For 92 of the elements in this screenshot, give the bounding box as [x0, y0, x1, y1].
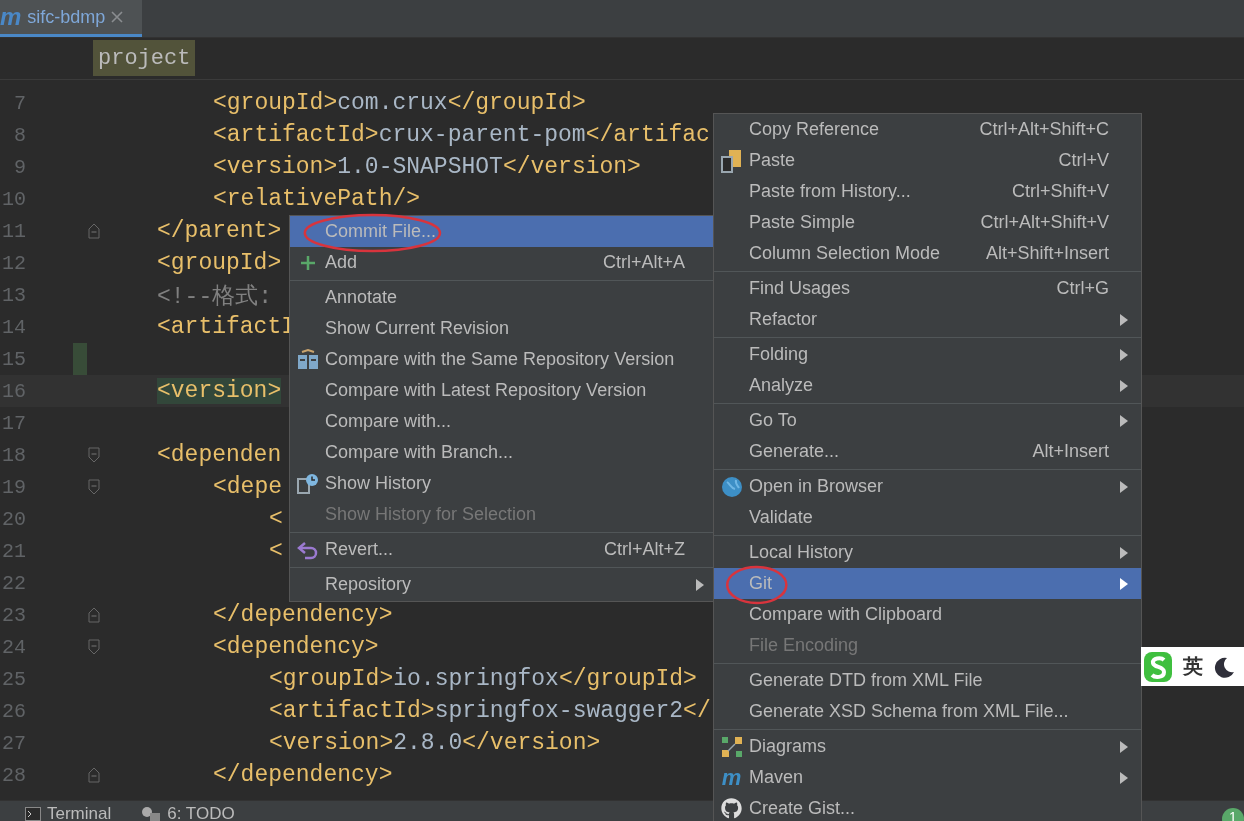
menu-item[interactable]: Generate DTD from XML File	[714, 665, 1141, 696]
menu-item[interactable]: Folding	[714, 339, 1141, 370]
code-line: <dependen	[157, 442, 282, 468]
code-line: <version>1.0-SNAPSHOT</version>	[213, 154, 641, 180]
code-line: <version>2.8.0</version>	[269, 730, 601, 756]
code-line: <groupId>io.springfox</groupId>	[269, 666, 697, 692]
line-number: 19	[1, 475, 26, 499]
menu-item[interactable]: Copy Reference Ctrl+Alt+Shift+C	[714, 114, 1141, 145]
menu-item[interactable]: Add Ctrl+Alt+A	[290, 247, 717, 278]
editor-tab[interactable]: m sifc-bdmp	[0, 0, 142, 37]
menu-item[interactable]: Annotate	[290, 282, 717, 313]
clipboard-icon	[720, 148, 743, 173]
fold-icon[interactable]	[88, 223, 100, 239]
menu-item[interactable]: Compare with Latest Repository Version	[290, 375, 717, 406]
code-line: </parent>	[157, 218, 282, 244]
close-icon[interactable]	[111, 11, 124, 23]
code-line: <relativePath/>	[213, 186, 421, 212]
diagram-icon	[720, 735, 743, 758]
line-number: 8	[13, 123, 26, 147]
line-number: 22	[1, 571, 26, 595]
menu-item[interactable]: Show History	[290, 468, 717, 499]
fold-icon[interactable]	[88, 607, 100, 623]
menu-item[interactable]: Paste Simple Ctrl+Alt+Shift+V	[714, 207, 1141, 238]
menu-item[interactable]: Generate... Alt+Insert	[714, 436, 1141, 467]
menu-item[interactable]: Compare with...	[290, 406, 717, 437]
breadcrumb[interactable]: project	[93, 40, 196, 76]
todo-icon	[141, 806, 162, 821]
menu-item[interactable]: Local History	[714, 537, 1141, 568]
code-line: <groupId>com.crux</groupId>	[213, 90, 586, 116]
line-number: 28	[1, 763, 26, 787]
code-line: <groupId>	[157, 250, 282, 276]
code-line: <	[269, 506, 283, 532]
history-icon	[296, 472, 319, 495]
plus-icon	[299, 254, 316, 271]
input-method-bar[interactable]: 英	[1141, 647, 1244, 686]
maven-icon: m	[0, 5, 22, 29]
line-number: 27	[1, 731, 26, 755]
line-number: 18	[1, 443, 26, 467]
tool-window-button[interactable]: 6: TODO	[141, 801, 235, 821]
menu-item[interactable]: Paste Ctrl+V	[714, 145, 1141, 176]
moon-icon[interactable]	[1213, 655, 1235, 678]
code-line: <artifactId>springfox-swagger2</	[269, 698, 711, 724]
code-line: <	[269, 538, 283, 564]
fold-icon[interactable]	[88, 479, 100, 495]
compare-icon	[296, 348, 319, 371]
menu-item[interactable]: m Maven	[714, 762, 1141, 793]
ime-logo-icon	[1143, 650, 1173, 683]
line-number: 7	[13, 91, 26, 115]
revert-icon	[296, 539, 319, 560]
code-line: </dependency>	[213, 602, 393, 628]
line-number: 9	[13, 155, 26, 179]
line-number: 24	[1, 635, 26, 659]
line-number: 15	[1, 347, 26, 371]
line-number: 21	[1, 539, 26, 563]
menu-item[interactable]: Create Gist...	[714, 793, 1141, 821]
code-line: <!--格式:	[157, 282, 272, 311]
menu-item[interactable]: Go To	[714, 405, 1141, 436]
line-number: 26	[1, 699, 26, 723]
github-icon	[721, 798, 742, 819]
menu-item[interactable]: Validate	[714, 502, 1141, 533]
line-number: 11	[1, 219, 26, 243]
line-number: 17	[1, 411, 26, 435]
line-number: 25	[1, 667, 26, 691]
tool-window-button[interactable]: Terminal	[25, 801, 112, 821]
fold-icon[interactable]	[88, 767, 100, 783]
code-line: </dependency>	[213, 762, 393, 788]
line-number: 10	[1, 187, 26, 211]
fold-icon[interactable]	[88, 447, 100, 463]
menu-item[interactable]: Paste from History... Ctrl+Shift+V	[714, 176, 1141, 207]
code-line: <dependency>	[213, 634, 379, 660]
line-number: 13	[1, 283, 26, 307]
line-number: 20	[1, 507, 26, 531]
globe-icon	[720, 475, 743, 498]
line-number: 23	[1, 603, 26, 627]
line-number: 12	[1, 251, 26, 275]
menu-item[interactable]: Column Selection Mode Alt+Shift+Insert	[714, 238, 1141, 269]
menu-item[interactable]: Compare with the Same Repository Version	[290, 344, 717, 375]
menu-item[interactable]: Analyze	[714, 370, 1141, 401]
menu-item[interactable]: Compare with Clipboard	[714, 599, 1141, 630]
code-line: <artifactId>crux-parent-pom</artifac	[213, 122, 710, 148]
menu-item[interactable]: Refactor	[714, 304, 1141, 335]
menu-item[interactable]: Compare with Branch...	[290, 437, 717, 468]
line-number: 14	[1, 315, 26, 339]
menu-item[interactable]: Find Usages Ctrl+G	[714, 273, 1141, 304]
menu-item[interactable]: Revert... Ctrl+Alt+Z	[290, 534, 717, 565]
menu-item[interactable]: Open in Browser	[714, 471, 1141, 502]
menu-item[interactable]: Repository	[290, 569, 717, 600]
code-line: <depe	[213, 474, 282, 500]
maven-icon: m	[721, 766, 742, 789]
menu-item[interactable]: Generate XSD Schema from XML File...	[714, 696, 1141, 727]
fold-icon[interactable]	[88, 639, 100, 655]
menu-item[interactable]: Diagrams	[714, 731, 1141, 762]
